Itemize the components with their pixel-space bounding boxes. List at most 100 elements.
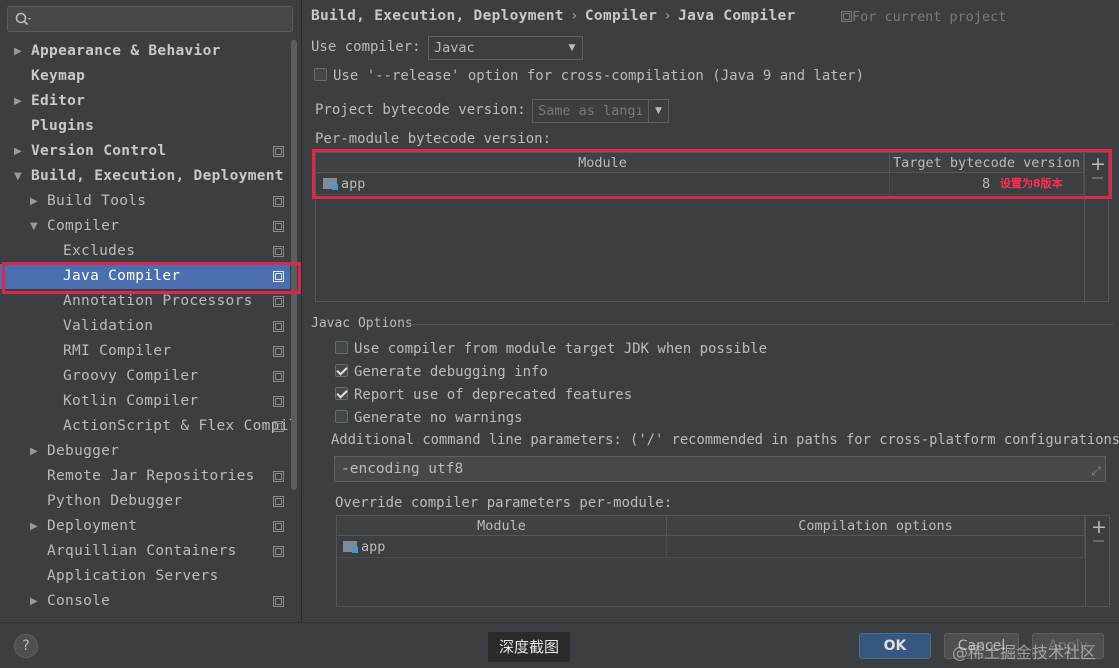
watermark: @稀土掘金技术社区 [952, 643, 1097, 662]
chevron-right-icon[interactable]: ▶ [30, 514, 42, 539]
sidebar-item[interactable]: ▼ Compiler [0, 214, 290, 239]
sidebar-item[interactable]: Keymap [0, 64, 290, 89]
for-current-project-hint: For current project [841, 9, 1006, 25]
chevron-right-icon[interactable]: ▶ [14, 139, 26, 164]
help-button[interactable]: ? [14, 634, 38, 658]
sidebar-divider [301, 0, 302, 622]
chevron-right-icon[interactable]: ▶ [30, 439, 42, 464]
sidebar-item[interactable]: ▶ Version Control [0, 139, 290, 164]
module-name: app [361, 539, 386, 555]
sidebar-item[interactable]: ▶ Debugger [0, 439, 290, 464]
sidebar-item-label: Deployment [47, 518, 138, 534]
checkbox-icon[interactable] [314, 68, 327, 81]
sidebar-item[interactable]: ActionScript & Flex Compil [0, 414, 297, 439]
compilation-options-cell[interactable] [667, 536, 1085, 558]
project-bytecode-value: Same as langı [538, 103, 644, 119]
option-checkbox-debugging-info[interactable]: Generate debugging info [335, 364, 548, 380]
settings-search-input[interactable] [7, 6, 293, 32]
use-compiler-dropdown[interactable]: Javac ▼ [428, 36, 583, 60]
project-scope-icon [273, 421, 284, 432]
for-current-project-label: For current project [852, 9, 1007, 25]
sidebar-item-label: Application Servers [47, 568, 219, 584]
sidebar-item[interactable]: Python Debugger [0, 489, 290, 514]
sidebar-item[interactable]: ▶ Console [0, 589, 290, 614]
chevron-down-icon[interactable]: ▼ [30, 214, 42, 239]
chevron-down-icon: ▼ [568, 43, 576, 53]
override-table-toolbar: + [1085, 516, 1109, 606]
selection-highlight-annotation [2, 262, 301, 294]
override-params-label: Override compiler parameters per-module: [335, 495, 673, 511]
use-compiler-value: Javac [434, 40, 475, 56]
sidebar-item[interactable]: ▼ Build, Execution, Deployment [0, 164, 290, 189]
add-icon[interactable]: + [1091, 516, 1107, 538]
checkbox-icon[interactable] [335, 364, 348, 377]
table-highlight-annotation [312, 149, 1112, 199]
chevron-right-icon[interactable]: ▶ [30, 189, 42, 214]
chevron-right-icon[interactable]: ▶ [14, 39, 26, 64]
sidebar-item[interactable]: Plugins [0, 114, 290, 139]
project-scope-icon [273, 296, 284, 307]
sidebar-item-label: Build, Execution, Deployment [31, 168, 284, 184]
sidebar-item[interactable]: Excludes [0, 239, 290, 264]
sidebar-item-label: Groovy Compiler [63, 368, 199, 384]
project-scope-icon [273, 346, 284, 357]
sidebar-item-label: Keymap [31, 68, 86, 84]
breadcrumb-separator-icon: › [569, 8, 579, 24]
java-compiler-panel: Build, Execution, Deployment › Compiler › Ja… [303, 0, 1119, 622]
sidebar-item[interactable]: Validation [0, 314, 290, 339]
project-scope-icon [273, 196, 284, 207]
expand-icon[interactable]: ⤢ [1091, 459, 1101, 483]
option-label: Use compiler from module target JDK when… [354, 341, 768, 357]
chevron-down-icon[interactable]: ▼ [14, 164, 26, 189]
sidebar-item-label: Python Debugger [47, 493, 183, 509]
checkbox-icon[interactable] [335, 341, 348, 354]
sidebar-item[interactable]: Groovy Compiler [0, 364, 290, 389]
checkbox-icon[interactable] [335, 410, 348, 423]
release-option-checkbox[interactable]: Use '--release' option for cross-compila… [314, 68, 864, 84]
project-bytecode-dropdown[interactable]: Same as langı ▼ [532, 99, 669, 123]
sidebar-item-label: Console [47, 593, 111, 609]
project-scope-icon [841, 11, 852, 22]
breadcrumb: Build, Execution, Deployment › Compiler › Ja… [311, 8, 796, 24]
project-scope-icon [273, 471, 284, 482]
breadcrumb-separator-icon: › [663, 8, 673, 24]
ok-button[interactable]: OK [859, 633, 931, 659]
project-scope-icon [273, 246, 284, 257]
per-module-label: Per-module bytecode version: [315, 131, 552, 147]
project-scope-icon [273, 496, 284, 507]
remove-icon[interactable] [1093, 540, 1104, 542]
sidebar-item[interactable]: ▶ Build Tools [0, 189, 290, 214]
sidebar-item-label: Appearance & Behavior [31, 43, 221, 59]
settings-tree: ▶ Appearance & Behavior Keymap ▶ Editor Plugi… [0, 39, 297, 614]
sidebar-item[interactable]: Remote Jar Repositories [0, 464, 290, 489]
option-checkbox-no-warnings[interactable]: Generate no warnings [335, 410, 523, 426]
column-header-module[interactable]: Module [337, 516, 667, 536]
sidebar-item[interactable]: Arquillian Containers [0, 539, 290, 564]
chevron-right-icon[interactable]: ▶ [30, 589, 42, 614]
project-scope-icon [273, 321, 284, 332]
sidebar-item[interactable]: Kotlin Compiler [0, 389, 290, 414]
chevron-down-icon: ▼ [648, 100, 668, 122]
sidebar-item[interactable]: ▶ Appearance & Behavior [0, 39, 290, 64]
project-scope-icon [273, 221, 284, 232]
sidebar-item[interactable]: ▶ Editor [0, 89, 290, 114]
additional-params-value: -encoding utf8 [341, 461, 464, 477]
javac-options-title: Javac Options [311, 316, 413, 331]
checkbox-icon[interactable] [335, 387, 348, 400]
additional-params-input[interactable]: -encoding utf8 ⤢ [334, 456, 1106, 482]
table-row[interactable]: app [337, 536, 1085, 558]
sidebar-item[interactable]: ▶ Deployment [0, 514, 290, 539]
column-header-compilation-options[interactable]: Compilation options [667, 516, 1085, 536]
option-checkbox-deprecated[interactable]: Report use of deprecated features [335, 387, 632, 403]
chevron-right-icon[interactable]: ▶ [14, 89, 26, 114]
project-scope-icon [273, 146, 284, 157]
sidebar-item[interactable]: Application Servers [0, 564, 290, 589]
sidebar-item-label: Excludes [63, 243, 136, 259]
sidebar-item-label: Debugger [47, 443, 120, 459]
option-checkbox-target-jdk[interactable]: Use compiler from module target JDK when… [335, 341, 767, 357]
sidebar-item-label: Editor [31, 93, 86, 109]
sidebar-item[interactable]: RMI Compiler [0, 339, 290, 364]
project-scope-icon [273, 371, 284, 382]
option-label: Generate no warnings [354, 410, 523, 426]
option-label: Report use of deprecated features [354, 387, 633, 403]
